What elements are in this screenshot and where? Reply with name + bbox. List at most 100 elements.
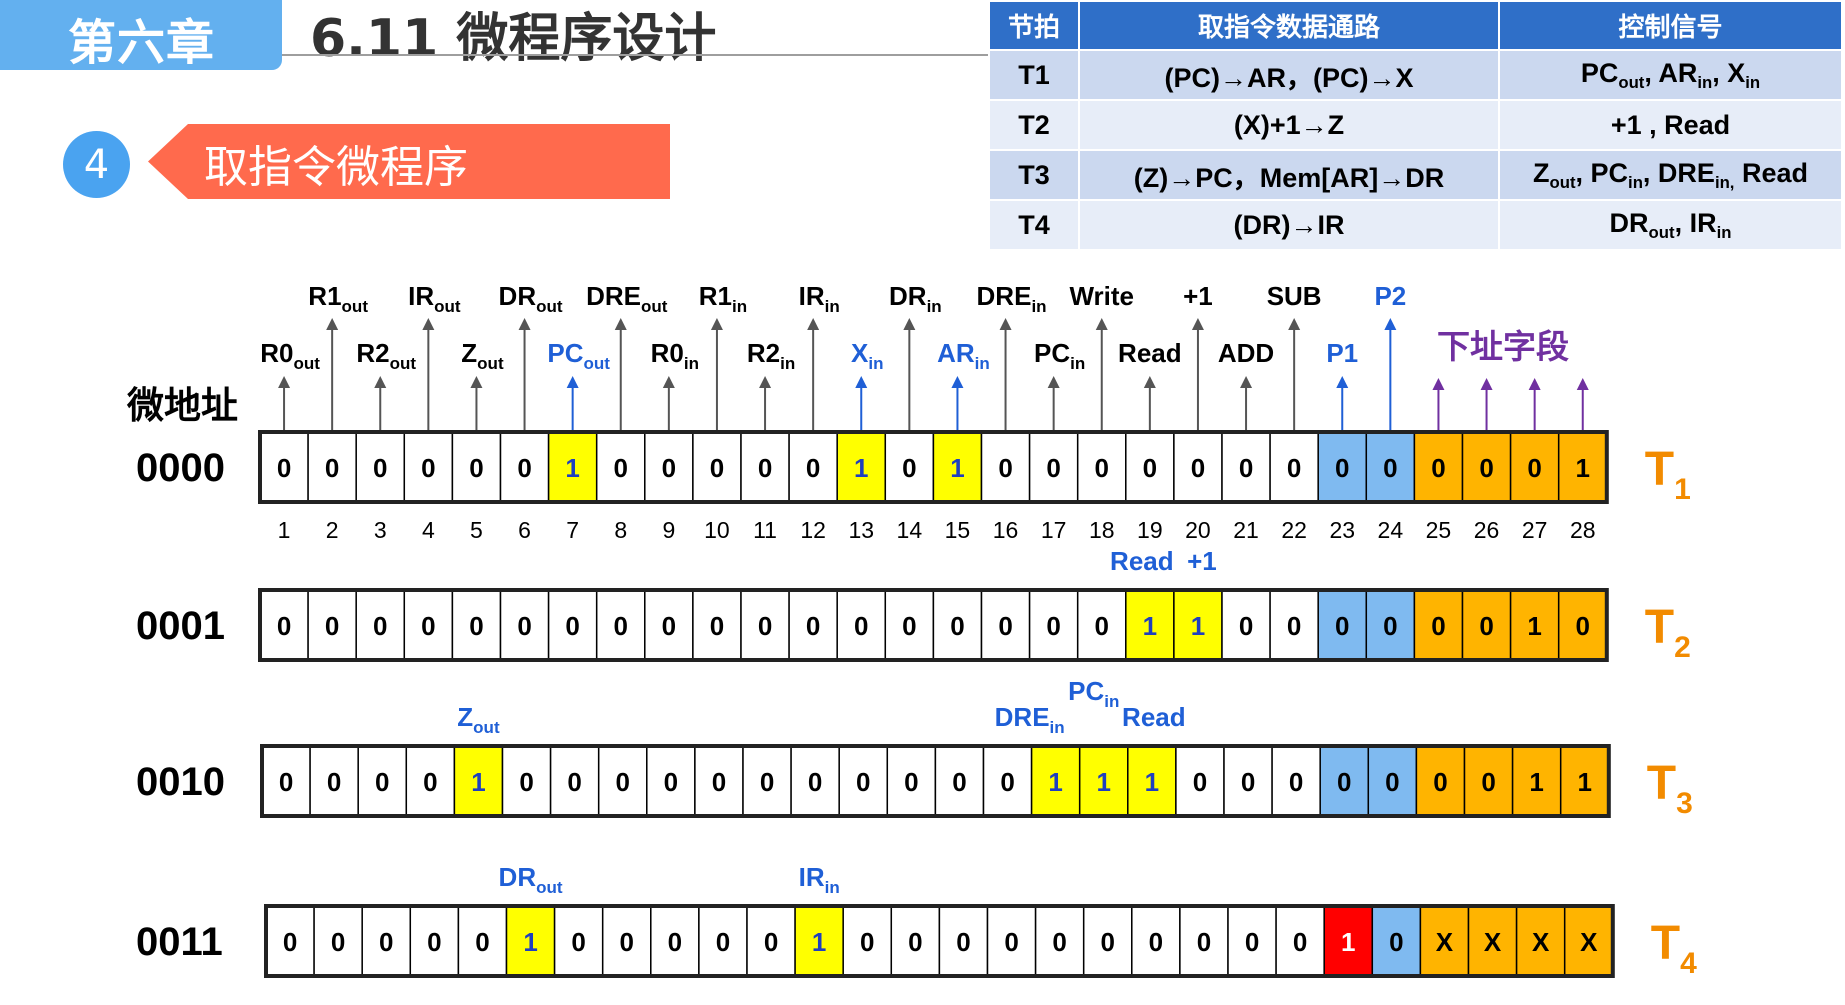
bit-value: 1 (1341, 927, 1355, 957)
bit-value: 0 (517, 453, 531, 483)
field-label: R1out (308, 281, 368, 316)
bit-value: 0 (1046, 611, 1060, 641)
bit-value: 0 (904, 767, 918, 797)
bit-value: 0 (1193, 767, 1207, 797)
micro-instruction-row: 0011 0 0 0 0 0 1 0 0 0 0 0 1 0 0 0 0 0 0 0 0 0 0 1 0 X X X X T4 (136, 904, 1697, 980)
bit-value: 0 (571, 927, 585, 957)
bit-index: 11 (753, 517, 777, 543)
bit-value: 1 (523, 927, 537, 957)
bit-value: 0 (808, 767, 822, 797)
field-label: R0out (260, 338, 320, 373)
bit-value: 0 (469, 611, 483, 641)
bit-value: 1 (1191, 611, 1205, 641)
micro-instruction-row: 0010 0 0 0 0 1 0 0 0 0 0 0 0 0 0 0 0 1 1 1 0 0 0 0 0 0 0 1 1 T3 (136, 744, 1693, 820)
bit-value: 0 (1431, 611, 1445, 641)
field-arrow (710, 318, 723, 430)
bit-value: 0 (1385, 767, 1399, 797)
step-label: T2 (1645, 601, 1691, 664)
bit-value: 0 (1046, 453, 1060, 483)
bit-value: 0 (1095, 611, 1109, 641)
bit-value: X (1436, 927, 1454, 957)
bit-value: 0 (716, 927, 730, 957)
bit-value: 0 (1287, 611, 1301, 641)
bit-value: 0 (1431, 453, 1445, 483)
bit-value: 1 (1143, 611, 1157, 641)
bit-value: 0 (1481, 767, 1495, 797)
bit-value: 1 (812, 927, 826, 957)
bit-value: 0 (1289, 767, 1303, 797)
next-address-label: 下址字段 (1437, 327, 1569, 366)
field-arrow (1336, 376, 1349, 430)
field-label: R0in (651, 338, 699, 373)
micro-instruction-rows: 0000 0 0 0 0 0 0 1 0 0 0 0 0 1 0 1 0 0 0 0 0 0 0 0 0 0 0 0 1 T10001 0 0… (136, 430, 1697, 980)
bit-value: 0 (806, 611, 820, 641)
field-label: Write (1069, 281, 1134, 311)
bit-value: X (1484, 927, 1502, 957)
bit-index: 19 (1137, 517, 1163, 543)
bit-value: 0 (1383, 611, 1397, 641)
signal-annotation: PCin (1068, 676, 1119, 711)
field-label: R2in (747, 338, 795, 373)
bit-index: 21 (1233, 517, 1259, 543)
field-arrow (614, 318, 627, 430)
step-label: T3 (1647, 757, 1693, 820)
bit-value: 0 (379, 927, 393, 957)
field-arrow (1095, 318, 1108, 430)
bit-value: 0 (421, 611, 435, 641)
micro-instruction-row: 0001 0 0 0 0 0 0 0 0 0 0 0 0 0 0 0 0 0 0 1 1 0 0 0 0 0 0 1 0 T2 (136, 588, 1691, 664)
signal-annotation: DREin (995, 702, 1065, 737)
signal-annotation: Read (1122, 702, 1186, 732)
bit-value: 0 (1287, 453, 1301, 483)
bit-value: 0 (331, 927, 345, 957)
bit-value: 0 (758, 453, 772, 483)
bit-index: 1 (278, 517, 291, 543)
field-label: SUB (1267, 281, 1322, 311)
bit-value: 1 (1145, 767, 1159, 797)
bit-index: 3 (374, 517, 387, 543)
field-arrow (1240, 376, 1253, 430)
next-address-arrow (1480, 378, 1493, 430)
bit-value: 0 (902, 611, 916, 641)
bit-index: 22 (1281, 517, 1307, 543)
bit-index: 23 (1329, 517, 1355, 543)
field-label: IRin (799, 281, 840, 316)
field-label: P1 (1326, 338, 1358, 368)
bit-value: 0 (758, 611, 772, 641)
bit-index: 15 (945, 517, 971, 543)
bit-value: 0 (998, 453, 1012, 483)
signal-annotation: +1 (1187, 546, 1217, 576)
bit-value: 0 (375, 767, 389, 797)
bit-index: 28 (1570, 517, 1596, 543)
bit-value: 0 (1095, 453, 1109, 483)
bit-value: 0 (614, 611, 628, 641)
bit-index: 10 (704, 517, 730, 543)
bit-value: 0 (662, 611, 676, 641)
field-label: Zout (461, 338, 504, 373)
bit-index-row: 1 2 3 4 5 6 7 8 9 10 11 12 13 14 15 16 17 18 19 20 21 22 23 24 2… (278, 517, 1596, 543)
bit-index: 13 (848, 517, 874, 543)
bit-value: 0 (567, 767, 581, 797)
field-label: DREin (977, 281, 1047, 316)
bit-value: 0 (423, 767, 437, 797)
field-arrow (903, 318, 916, 430)
bit-value: 0 (662, 453, 676, 483)
bit-value: 0 (908, 927, 922, 957)
bit-value: 0 (952, 767, 966, 797)
micro-address: 0001 (136, 604, 225, 648)
bit-value: 1 (1529, 767, 1543, 797)
bit-value: 0 (1389, 927, 1403, 957)
step-label: T4 (1651, 917, 1697, 980)
field-label: Xin (851, 338, 883, 373)
bit-index: 6 (518, 517, 531, 543)
bit-value: 0 (475, 927, 489, 957)
step-label: T1 (1645, 443, 1691, 506)
field-arrow (1143, 376, 1156, 430)
next-address-arrow (1432, 378, 1445, 430)
field-arrow (855, 376, 868, 430)
bit-value: 1 (1578, 767, 1592, 797)
bit-value: 0 (1052, 927, 1066, 957)
bit-value: 0 (1149, 927, 1163, 957)
bit-value: 1 (854, 453, 868, 483)
field-label: PCout (547, 338, 610, 373)
bit-value: 0 (427, 927, 441, 957)
